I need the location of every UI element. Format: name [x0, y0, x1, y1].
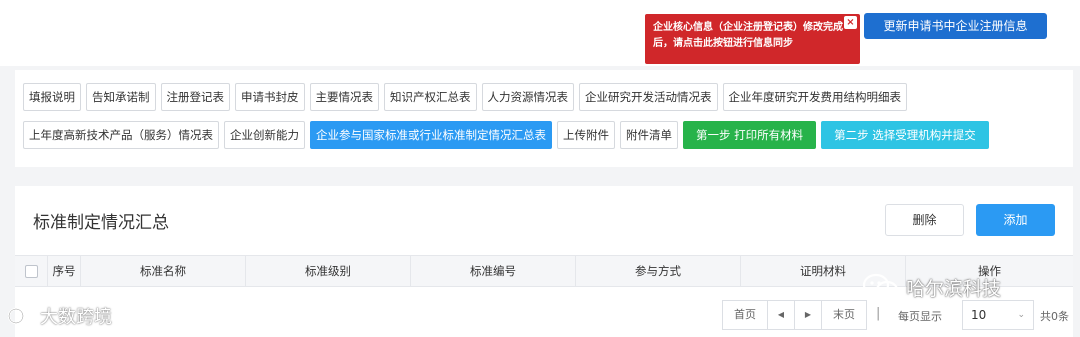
nav-tab-commitment[interactable]: 告知承诺制: [86, 83, 156, 111]
nav-row-1: 填报说明 告知承诺制 注册登记表 申请书封皮 主要情况表 知识产权汇总表 人力资…: [23, 83, 907, 111]
next-page-icon[interactable]: ▶: [794, 300, 822, 330]
standards-panel: 标准制定情况汇总 删除 添加 序号 标准名称 标准级别 标准编号 参与方式 证明…: [15, 186, 1073, 337]
nav-tab-attachments[interactable]: 附件清单: [620, 121, 678, 149]
nav-tab-hr[interactable]: 人力资源情况表: [481, 83, 574, 111]
column-header: 参与方式: [576, 256, 741, 286]
wechat-icon: [862, 273, 899, 300]
page-title: 标准制定情况汇总: [33, 213, 169, 233]
select-all-checkbox[interactable]: [24, 265, 38, 278]
nav-tab-cover[interactable]: 申请书封皮: [235, 83, 305, 111]
submit-button[interactable]: 第二步 选择受理机构并提交: [821, 121, 989, 149]
form-nav-panel: 填报说明 告知承诺制 注册登记表 申请书封皮 主要情况表 知识产权汇总表 人力资…: [15, 70, 1073, 167]
nav-tab-ip-summary[interactable]: 知识产权汇总表: [384, 83, 477, 111]
watermark-left: 大数跨境: [8, 303, 112, 329]
column-header: 序号: [48, 256, 81, 286]
column-header: 标准名称: [81, 256, 246, 286]
sync-alert: 企业核心信息（企业注册登记表）修改完成后，请点击此按钮进行信息同步 ×: [645, 14, 860, 64]
nav-tab-rd-activities[interactable]: 企业研究开发活动情况表: [579, 83, 718, 111]
delete-button[interactable]: 删除: [885, 204, 964, 236]
column-header: 标准级别: [246, 256, 411, 286]
nav-tab-instructions[interactable]: 填报说明: [23, 83, 81, 111]
nav-tab-upload[interactable]: 上传附件: [557, 121, 615, 149]
nav-tab-hitech-products[interactable]: 上年度高新技术产品（服务）情况表: [23, 121, 219, 149]
select-all-cell: [15, 256, 48, 286]
nav-tab-innovation[interactable]: 企业创新能力: [224, 121, 305, 149]
first-page-button[interactable]: 首页: [722, 300, 768, 330]
nav-tab-main-status[interactable]: 主要情况表: [309, 83, 379, 111]
prev-page-icon[interactable]: ◀: [767, 300, 795, 330]
watermark-right-text: 哈尔滨科技: [906, 277, 1002, 300]
nav-row-2: 上年度高新技术产品（服务）情况表 企业创新能力 企业参与国家标准或行业标准制定情…: [23, 121, 989, 149]
nav-tab-registration[interactable]: 注册登记表: [160, 83, 230, 111]
watermark-logo-icon: [8, 307, 33, 325]
nav-tab-standards[interactable]: 企业参与国家标准或行业标准制定情况汇总表: [310, 121, 552, 149]
last-page-button[interactable]: 末页: [821, 300, 867, 330]
print-all-button[interactable]: 第一步 打印所有材料: [683, 121, 817, 149]
watermark-left-text: 大数跨境: [40, 307, 112, 328]
alert-message: 企业核心信息（企业注册登记表）修改完成后，请点击此按钮进行信息同步: [653, 22, 843, 49]
nav-tab-rd-costs[interactable]: 企业年度研究开发费用结构明细表: [722, 83, 907, 111]
sync-enterprise-info-button[interactable]: 更新申请书中企业注册信息: [864, 13, 1047, 39]
watermark-right: 哈尔滨科技: [862, 272, 1001, 302]
close-icon[interactable]: ×: [844, 16, 857, 29]
add-button[interactable]: 添加: [976, 204, 1055, 236]
column-header: 标准编号: [411, 256, 576, 286]
